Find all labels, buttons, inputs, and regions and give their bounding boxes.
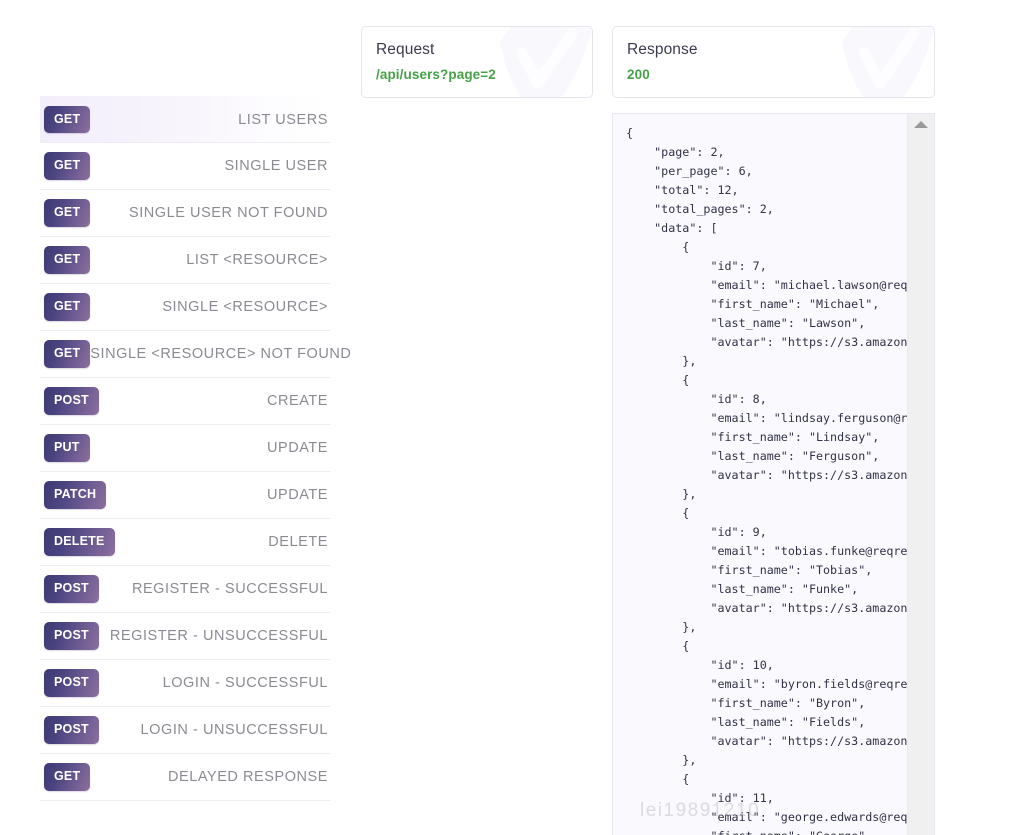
endpoint-label: SINGLE <RESOURCE> <box>162 299 328 315</box>
response-json-code: { "page": 2, "per_page": 6, "total": 12,… <box>626 126 907 835</box>
response-code-viewport: { "page": 2, "per_page": 6, "total": 12,… <box>613 114 907 835</box>
endpoint-label: UPDATE <box>266 440 328 456</box>
endpoint-label: SINGLE USER NOT FOUND <box>128 205 328 221</box>
endpoint-label: UPDATE <box>266 487 328 503</box>
card-decoration-icon <box>500 27 592 97</box>
endpoint-row[interactable]: PUT UPDATE <box>40 425 330 472</box>
http-method-badge: GET <box>44 105 91 134</box>
endpoint-row[interactable]: GET DELAYED RESPONSE <box>40 754 330 801</box>
endpoint-row[interactable]: GET LIST <RESOURCE> <box>40 237 330 284</box>
http-method-badge: POST <box>44 622 99 650</box>
endpoint-label: REGISTER - UNSUCCESSFUL <box>109 628 328 644</box>
endpoint-row[interactable]: POST CREATE <box>40 378 330 425</box>
endpoint-row[interactable]: GET SINGLE <RESOURCE> <box>40 284 330 331</box>
http-method-badge: GET <box>44 293 91 321</box>
endpoint-label: DELAYED RESPONSE <box>167 769 328 785</box>
http-method-badge: POST <box>44 575 99 603</box>
endpoint-label: SINGLE <RESOURCE> NOT FOUND <box>90 346 352 362</box>
reqres-api-page: GET LIST USERS GET SINGLE USER GET SINGLE USE… <box>0 0 1009 835</box>
http-method-badge: GET <box>44 340 91 368</box>
http-method-badge: POST <box>44 669 99 697</box>
card-decoration-icon <box>842 27 934 97</box>
response-status-code: 200 <box>627 67 650 82</box>
http-method-badge: GET <box>44 199 91 227</box>
scroll-up-arrow-icon[interactable] <box>914 121 928 128</box>
endpoint-row[interactable]: POST REGISTER - SUCCESSFUL <box>40 566 330 613</box>
endpoint-label: LOGIN - SUCCESSFUL <box>162 675 328 691</box>
http-method-badge: POST <box>44 716 99 744</box>
response-card-title: Response <box>627 41 698 58</box>
response-body-panel: { "page": 2, "per_page": 6, "total": 12,… <box>612 113 935 835</box>
endpoint-label: LOGIN - UNSUCCESSFUL <box>140 722 328 738</box>
response-card: Response 200 <box>612 26 935 98</box>
endpoint-row[interactable]: GET SINGLE USER NOT FOUND <box>40 190 330 237</box>
http-method-badge: GET <box>44 152 91 180</box>
request-card-title: Request <box>376 41 435 58</box>
response-scrollbar[interactable] <box>907 114 934 835</box>
endpoint-label: SINGLE USER <box>224 158 328 174</box>
endpoint-row[interactable]: POST REGISTER - UNSUCCESSFUL <box>40 613 330 660</box>
endpoint-row[interactable]: POST LOGIN - UNSUCCESSFUL <box>40 707 330 754</box>
request-card: Request /api/users?page=2 <box>361 26 593 98</box>
endpoint-label: LIST USERS <box>238 111 328 128</box>
endpoint-label: LIST <RESOURCE> <box>186 252 328 268</box>
request-endpoint-value: /api/users?page=2 <box>376 67 496 82</box>
endpoint-label: CREATE <box>266 393 328 409</box>
endpoint-row[interactable]: POST LOGIN - SUCCESSFUL <box>40 660 330 707</box>
endpoint-row[interactable]: GET LIST USERS <box>40 96 330 143</box>
http-method-badge: PUT <box>44 434 90 462</box>
endpoint-label: DELETE <box>268 534 328 550</box>
endpoint-row[interactable]: GET SINGLE <RESOURCE> NOT FOUND <box>40 331 351 378</box>
http-method-badge: POST <box>44 387 99 415</box>
http-method-badge: GET <box>44 246 91 274</box>
endpoint-row[interactable]: GET SINGLE USER <box>40 143 330 190</box>
http-method-badge: PATCH <box>44 481 107 509</box>
http-method-badge: GET <box>44 763 91 791</box>
endpoint-list: GET LIST USERS GET SINGLE USER GET SINGLE USE… <box>40 96 351 801</box>
http-method-badge: DELETE <box>44 528 115 556</box>
endpoint-row[interactable]: PATCH UPDATE <box>40 472 330 519</box>
endpoint-label: REGISTER - SUCCESSFUL <box>131 581 328 597</box>
endpoint-row[interactable]: DELETE DELETE <box>40 519 330 566</box>
